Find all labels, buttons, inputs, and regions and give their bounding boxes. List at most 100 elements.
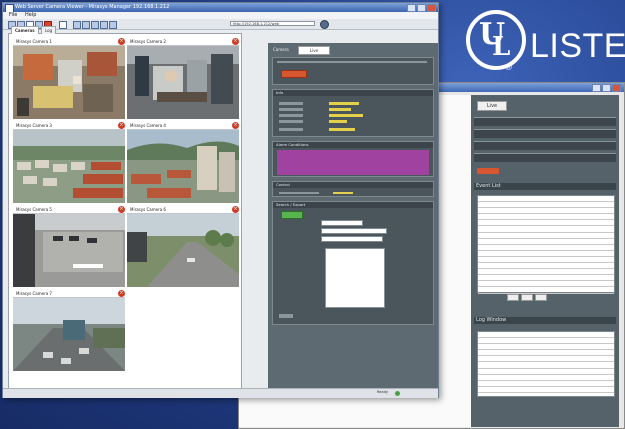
- info-label: [279, 120, 303, 123]
- search-header: Search / Export: [273, 202, 433, 208]
- camera-view-4[interactable]: Mirasys Camera 4 ×: [127, 122, 239, 203]
- info-label: [279, 108, 303, 111]
- table-row[interactable]: [478, 387, 614, 393]
- play-icon[interactable]: [91, 21, 99, 29]
- panel-bar[interactable]: [474, 129, 616, 138]
- camera-feed-warehouse: [13, 46, 125, 119]
- alarm-section: Alarm Conditions: [272, 141, 434, 177]
- panel-bar[interactable]: [474, 153, 616, 162]
- maximize-icon[interactable]: [417, 4, 426, 12]
- window-controls: [407, 4, 436, 12]
- camera-close-icon[interactable]: ×: [232, 206, 239, 213]
- camera-feed-road: [127, 214, 239, 287]
- control-label: [279, 192, 319, 194]
- camera-view-2[interactable]: Mirasys Camera 2 ×: [127, 38, 239, 119]
- alarm-header: Alarm Conditions: [273, 142, 433, 148]
- event-table: [477, 195, 615, 294]
- secondary-control-panel: Live Event List Log Window: [471, 95, 619, 427]
- tab-log[interactable]: Log: [41, 26, 57, 34]
- camera-grid-pane: Cameras Log Mirasys Camera 1 × Mirasys C…: [8, 26, 242, 389]
- status-text: Ready: [376, 390, 388, 394]
- camera-label: Mirasys Camera 5: [13, 206, 125, 214]
- toolbar: http://192.168.1.212/web: [3, 19, 438, 30]
- menu-bar: File Help: [3, 12, 438, 19]
- camera-view-5[interactable]: Mirasys Camera 5 ×: [13, 206, 125, 287]
- close-icon[interactable]: [612, 84, 621, 92]
- tab-live[interactable]: Live: [298, 46, 330, 55]
- info-label: [279, 102, 303, 105]
- search-section: Search / Export: [272, 201, 434, 325]
- refresh-icon[interactable]: [59, 21, 67, 29]
- info-label: [279, 128, 303, 131]
- info-label: [279, 114, 303, 117]
- pager-field[interactable]: [521, 294, 533, 301]
- camera-feed-city: [127, 130, 239, 203]
- online-status-icon: [395, 391, 400, 396]
- camera-feed-traffic: [13, 298, 125, 371]
- next-icon[interactable]: [100, 21, 108, 29]
- log-table: [477, 331, 615, 397]
- camera-close-icon[interactable]: ×: [118, 206, 125, 213]
- last-icon[interactable]: [109, 21, 117, 29]
- info-value: [329, 128, 355, 131]
- info-value: [329, 114, 363, 117]
- info-value: [329, 108, 351, 111]
- go-icon[interactable]: [320, 20, 329, 29]
- window-titlebar: Web Server Camera Viewer - Mirasys Manag…: [3, 3, 438, 12]
- camera-view-6[interactable]: Mirasys Camera 6 ×: [127, 206, 239, 287]
- camera-close-icon[interactable]: ×: [118, 290, 125, 297]
- search-button[interactable]: [281, 211, 303, 219]
- panel-bar[interactable]: [474, 141, 616, 150]
- table-pager: [477, 293, 613, 301]
- menu-file[interactable]: File: [9, 12, 17, 18]
- camera-label: Mirasys Camera 6: [127, 206, 239, 214]
- panel-bar[interactable]: [474, 117, 616, 126]
- ul-listed-text: LISTED: [530, 27, 625, 65]
- info-section: Info: [272, 89, 434, 137]
- maximize-icon[interactable]: [602, 84, 611, 92]
- camera-label: Mirasys Camera 3: [13, 122, 125, 130]
- pager-next-button[interactable]: [535, 294, 547, 301]
- ul-logo-l: L: [492, 32, 511, 62]
- camera-view-7[interactable]: Mirasys Camera 7 ×: [13, 290, 125, 371]
- camera-close-icon[interactable]: ×: [118, 122, 125, 129]
- panel-tab-label: Camera: [273, 47, 289, 52]
- prev-icon[interactable]: [82, 21, 90, 29]
- info-value: [329, 120, 347, 123]
- camera-view-1[interactable]: Mirasys Camera 1 ×: [13, 38, 125, 119]
- camera-close-icon[interactable]: ×: [232, 122, 239, 129]
- control-value: [333, 192, 353, 194]
- first-icon[interactable]: [73, 21, 81, 29]
- main-window: Web Server Camera Viewer - Mirasys Manag…: [2, 2, 439, 398]
- control-header: Control: [273, 182, 433, 188]
- tab-live[interactable]: Live: [477, 101, 507, 111]
- alarm-indicator: [277, 150, 429, 175]
- results-box: [325, 248, 385, 308]
- camera-control-panel: Camera Live Info Alarm Conditions Contro…: [268, 43, 438, 389]
- camera-label: Mirasys Camera 7: [13, 290, 125, 298]
- pager-prev-button[interactable]: [507, 294, 519, 301]
- export-button[interactable]: [279, 314, 293, 318]
- secondary-window-controls: [592, 84, 621, 92]
- orange-action-button[interactable]: [281, 70, 307, 78]
- camera-label: Mirasys Camera 4: [127, 122, 239, 130]
- start-time-field[interactable]: [321, 220, 363, 226]
- camera-view-3[interactable]: Mirasys Camera 3 ×: [13, 122, 125, 203]
- camera-feed-parking: [13, 214, 125, 287]
- address-field[interactable]: http://192.168.1.212/web: [230, 21, 315, 26]
- action-button[interactable]: [477, 168, 499, 174]
- camera-select-field[interactable]: [321, 236, 383, 242]
- menu-help[interactable]: Help: [25, 12, 36, 18]
- status-bar: Ready: [3, 388, 438, 398]
- camera-feed-office: [127, 46, 239, 119]
- camera-close-icon[interactable]: ×: [118, 38, 125, 45]
- tab-cameras[interactable]: Cameras: [11, 26, 39, 34]
- ul-logo: U L: [466, 10, 526, 70]
- end-time-field[interactable]: [321, 228, 387, 234]
- camera-label: Mirasys Camera 2: [127, 38, 239, 46]
- close-icon[interactable]: [427, 4, 436, 12]
- camera-close-icon[interactable]: ×: [232, 38, 239, 45]
- camera-feed-housing: [13, 130, 125, 203]
- minimize-icon[interactable]: [407, 4, 416, 12]
- minimize-icon[interactable]: [592, 84, 601, 92]
